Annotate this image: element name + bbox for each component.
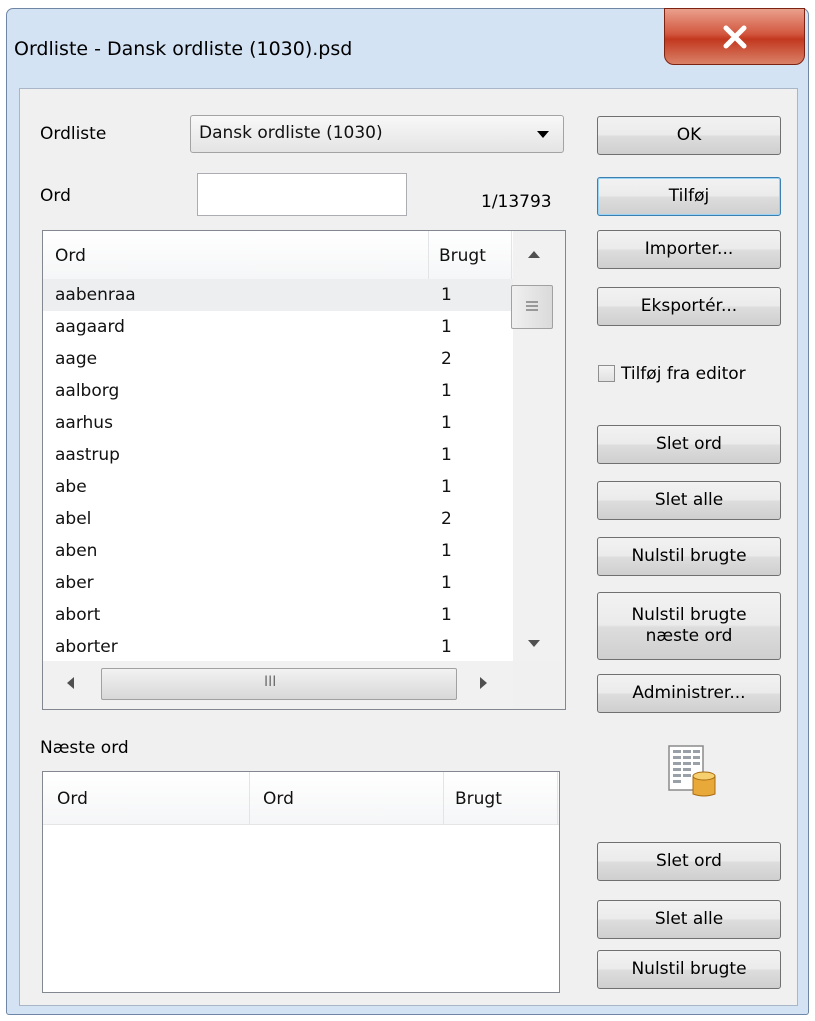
ordliste-dropdown-value: Dansk ordliste (1030) <box>199 123 383 143</box>
manage-button[interactable]: Administrer... <box>597 674 781 713</box>
window-title: Ordliste - Dansk ordliste (1030).psd <box>14 38 353 60</box>
column-divider[interactable] <box>428 231 429 279</box>
column-header-ord[interactable]: Ord <box>55 246 86 266</box>
add-from-editor-label[interactable]: Tilføj fra editor <box>621 364 746 384</box>
used-cell: 2 <box>441 509 452 529</box>
list-item[interactable]: aborter 1 <box>43 631 513 659</box>
list-item[interactable]: aagaard 1 <box>43 311 513 343</box>
delete-word-button[interactable]: Slet ord <box>597 425 781 464</box>
scroll-down-arrow-icon[interactable] <box>527 639 541 649</box>
used-cell: 1 <box>441 541 452 561</box>
vertical-scroll-thumb[interactable] <box>511 285 553 329</box>
add-from-editor-checkbox[interactable] <box>598 365 615 382</box>
list-item[interactable]: abort 1 <box>43 599 513 631</box>
next-words-list[interactable]: Ord Ord Brugt <box>42 771 560 993</box>
chevron-down-icon <box>537 131 549 138</box>
list-item[interactable]: aarhus 1 <box>43 407 513 439</box>
column-divider[interactable] <box>557 772 558 824</box>
word-list[interactable]: Ord Brugt aabenraa 1 aagaard 1 aage 2 aalbo… <box>42 230 566 710</box>
grip-icon <box>526 301 538 311</box>
ord-input[interactable] <box>197 173 407 216</box>
horizontal-scroll-thumb[interactable]: III <box>101 668 457 700</box>
close-button[interactable] <box>664 8 805 65</box>
add-button[interactable]: Tilføj <box>597 177 781 216</box>
column-header-brugt[interactable]: Brugt <box>455 789 502 809</box>
delete-all-button-2[interactable]: Slet alle <box>597 900 781 939</box>
used-cell: 1 <box>441 477 452 497</box>
scroll-left-arrow-icon[interactable] <box>65 676 75 690</box>
scroll-up-arrow-icon[interactable] <box>527 249 541 259</box>
next-words-label: Næste ord <box>40 738 129 758</box>
wordlist-database-icon <box>668 745 716 797</box>
ok-button[interactable]: OK <box>597 116 781 155</box>
ord-label: Ord <box>40 186 71 206</box>
column-header-ord[interactable]: Ord <box>57 789 88 809</box>
word-list-header: Ord Brugt <box>43 231 513 280</box>
close-icon <box>723 25 746 48</box>
word-cell: aber <box>55 573 94 593</box>
delete-all-button[interactable]: Slet alle <box>597 481 781 520</box>
list-item[interactable]: aage 2 <box>43 343 513 375</box>
used-cell: 1 <box>441 413 452 433</box>
word-count: 1/13793 <box>481 192 552 212</box>
list-item[interactable]: aalborg 1 <box>43 375 513 407</box>
column-header-ord-2[interactable]: Ord <box>263 789 294 809</box>
word-cell: aben <box>55 541 98 561</box>
reset-used-button[interactable]: Nulstil brugte <box>597 537 781 576</box>
word-cell: abort <box>55 605 101 625</box>
column-header-brugt[interactable]: Brugt <box>439 246 486 266</box>
used-cell: 1 <box>441 381 452 401</box>
word-cell: aarhus <box>55 413 113 433</box>
scrollbar-corner <box>513 661 565 709</box>
column-divider[interactable] <box>443 772 444 824</box>
word-cell: aage <box>55 349 98 369</box>
word-cell: aborter <box>55 637 118 657</box>
column-divider[interactable] <box>511 231 512 279</box>
scroll-right-arrow-icon[interactable] <box>479 676 489 690</box>
grip-icon: III <box>264 674 277 690</box>
used-cell: 1 <box>441 317 452 337</box>
word-cell: abe <box>55 477 87 497</box>
used-cell: 1 <box>441 573 452 593</box>
reset-used-next-words-label-line2: næste ord <box>645 626 733 646</box>
reset-used-button-2[interactable]: Nulstil brugte <box>597 950 781 989</box>
import-button[interactable]: Importer... <box>597 230 781 269</box>
list-item[interactable]: aber 1 <box>43 567 513 599</box>
word-cell: aagaard <box>55 317 125 337</box>
used-cell: 1 <box>441 445 452 465</box>
word-cell: abel <box>55 509 92 529</box>
list-item[interactable]: abe 1 <box>43 471 513 503</box>
list-item[interactable]: abel 2 <box>43 503 513 535</box>
used-cell: 1 <box>441 285 452 305</box>
reset-used-next-words-label-line1: Nulstil brugte <box>631 605 747 625</box>
list-item[interactable]: aastrup 1 <box>43 439 513 471</box>
column-divider[interactable] <box>249 772 250 824</box>
list-item[interactable]: aben 1 <box>43 535 513 567</box>
word-cell: aastrup <box>55 445 120 465</box>
delete-word-button-2[interactable]: Slet ord <box>597 842 781 881</box>
word-cell: aalborg <box>55 381 120 401</box>
ordliste-label: Ordliste <box>40 124 107 144</box>
ordliste-dropdown[interactable]: Dansk ordliste (1030) <box>190 115 564 153</box>
list-item[interactable]: aabenraa 1 <box>43 279 513 311</box>
reset-used-next-words-button[interactable]: Nulstil brugte næste ord <box>597 592 781 660</box>
word-cell: aabenraa <box>55 285 136 305</box>
word-list-rows: aabenraa 1 aagaard 1 aage 2 aalborg 1 aarhus… <box>43 279 513 659</box>
export-button[interactable]: Eksportér... <box>597 287 781 326</box>
next-words-header: Ord Ord Brugt <box>43 772 559 825</box>
used-cell: 1 <box>441 605 452 625</box>
used-cell: 2 <box>441 349 452 369</box>
used-cell: 1 <box>441 637 452 657</box>
